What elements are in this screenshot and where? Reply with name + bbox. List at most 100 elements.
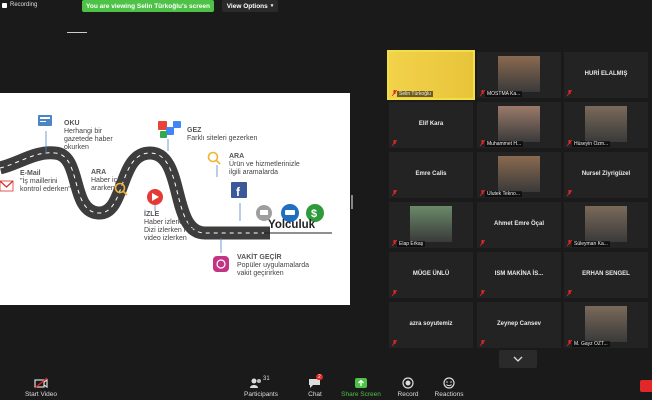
ara-block-1: ARA Haber içeriği ararken	[91, 169, 131, 193]
izle-title: İZLE	[144, 211, 160, 218]
chevron-down-icon	[513, 356, 523, 362]
participant-video	[498, 156, 540, 192]
muted-mic-icon	[480, 140, 485, 146]
shared-screen[interactable]: f $ OKU Herhangi bir gazetede haber okur…	[0, 93, 350, 305]
view-options-button[interactable]: View Options ▾	[222, 0, 278, 12]
participant-tile[interactable]: ISM MAKİNA İS...	[477, 252, 561, 298]
recording-icon	[2, 2, 7, 8]
gmail-icon	[0, 180, 14, 192]
start-video-button[interactable]: Start Video	[20, 372, 62, 400]
email-text: "İş maillerini kontrol ederken"	[20, 178, 71, 193]
ara-block-2: ARA Ürün ve hizmetlerinizle ilgili arama…	[229, 153, 309, 177]
muted-mic-icon	[480, 190, 485, 196]
chat-icon: 2	[308, 374, 323, 389]
vakit-text: Popüler uygulamalarda vakit geçirirken	[237, 262, 309, 277]
participant-name-tag: Süleyman Ka...	[572, 241, 610, 247]
participant-tile[interactable]: Zeynep Cansev	[477, 302, 561, 348]
participant-name: Nursel Ziyrigüzel	[581, 171, 631, 177]
viewing-banner: You are viewing Selin Türkoğlu's screen	[82, 0, 214, 12]
google-icons	[158, 121, 181, 138]
oku-text: Herhangi bir gazetede haber okurken	[64, 128, 113, 151]
reactions-button[interactable]: Reactions	[432, 372, 466, 400]
show-more-button[interactable]	[499, 350, 537, 368]
muted-mic-icon	[567, 240, 572, 246]
meeting-toolbar: Start Video 31 Participants 2 Chat Share…	[0, 372, 652, 400]
participant-video	[410, 206, 452, 242]
end-meeting-button[interactable]	[640, 380, 652, 392]
participant-tile[interactable]: Ulutek Tekno...	[477, 152, 561, 198]
participant-tile[interactable]: M. Gayz ÖZT...	[564, 302, 648, 348]
ara1-text: Haber içeriği ararken	[91, 177, 131, 192]
muted-mic-icon	[392, 90, 397, 96]
share-screen-button[interactable]: Share Screen	[340, 372, 382, 400]
chat-label: Chat	[308, 391, 322, 398]
participant-tile[interactable]: Muhammet H...	[477, 102, 561, 148]
participant-tile[interactable]: Süleyman Ka...	[564, 202, 648, 248]
participant-name: ERHAN SENGEL	[582, 271, 630, 277]
participant-tile[interactable]: Selin Türkoğlu	[387, 50, 475, 100]
participant-name: MÜGE ÜNLÜ	[412, 271, 450, 277]
search-icon	[207, 151, 221, 165]
muted-mic-icon	[392, 140, 397, 146]
record-button[interactable]: Record	[393, 372, 423, 400]
facebook-icon: f	[231, 182, 247, 199]
muted-mic-icon	[480, 340, 485, 346]
view-options-label: View Options	[226, 2, 268, 10]
participant-tile[interactable]: ERHAN SENGEL	[564, 252, 648, 298]
participant-tile[interactable]: MOSTMA Ka...	[477, 52, 561, 98]
muted-mic-icon	[480, 290, 485, 296]
chat-button[interactable]: 2 Chat	[300, 372, 330, 400]
ara2-text: Ürün ve hizmetlerinizle ilgili aramalard…	[229, 161, 300, 176]
muted-mic-icon	[392, 240, 397, 246]
participant-tile[interactable]: azra soyutemiz	[389, 302, 473, 348]
participant-name-tag: Selin Türkoğlu	[397, 91, 433, 97]
participant-name-tag: Elap Erkaş	[397, 241, 426, 247]
participant-video	[585, 206, 627, 242]
muted-mic-icon	[567, 340, 572, 346]
muted-mic-icon	[567, 140, 572, 146]
muted-mic-icon	[567, 90, 572, 96]
muted-mic-icon	[392, 190, 397, 196]
recording-indicator: Recording	[2, 2, 37, 8]
participant-tile[interactable]: HURİ ELALMIŞ	[564, 52, 648, 98]
participant-name: Emre Calis	[415, 171, 447, 177]
share-screen-icon	[354, 377, 368, 389]
record-label: Record	[397, 391, 419, 398]
participant-name: Ahmet Emre Öçal	[493, 221, 545, 227]
participants-icon: 31	[249, 376, 273, 389]
participant-tile[interactable]: Nursel Ziyrigüzel	[564, 152, 648, 198]
instagram-icon	[213, 256, 229, 272]
participant-tile[interactable]: Ahmet Emre Öçal	[477, 202, 561, 248]
participants-button[interactable]: 31 Participants	[240, 372, 282, 400]
oku-block: OKU Herhangi bir gazetede haber okurken	[64, 120, 124, 152]
record-icon	[401, 377, 415, 389]
participant-name-tag: M. Gayz ÖZT...	[572, 341, 610, 347]
muted-mic-icon	[567, 290, 572, 296]
chevron-down-icon: ▾	[270, 3, 274, 9]
participant-video	[585, 306, 627, 342]
oku-title: OKU	[64, 120, 80, 127]
muted-mic-icon	[480, 90, 485, 96]
journey-label: Yolculuk	[268, 219, 316, 231]
participant-name-tag: Muhammet H...	[485, 141, 524, 147]
participant-tile[interactable]: Elap Erkaş	[389, 202, 473, 248]
top-bar: Recording You are viewing Selin Türkoğlu…	[0, 0, 652, 14]
participant-video	[498, 106, 540, 142]
participant-video	[498, 56, 540, 92]
izle-text: Haber izlerken Dizi izlerken Kısa video …	[144, 219, 198, 242]
participant-name-tag: MOSTMA Ka...	[485, 91, 523, 97]
participant-name: azra soyutemiz	[409, 321, 453, 327]
muted-mic-icon	[567, 190, 572, 196]
participant-tile[interactable]: Emre Calis	[389, 152, 473, 198]
participant-tile[interactable]: MÜGE ÜNLÜ	[389, 252, 473, 298]
participant-video	[585, 106, 627, 142]
participants-count: 31	[263, 376, 270, 382]
email-block: E-Mail "İş maillerini kontrol ederken"	[20, 170, 72, 194]
participant-tile[interactable]: Hüseyin Özm...	[564, 102, 648, 148]
vakit-title: VAKİT GEÇİR	[237, 254, 282, 261]
participant-tile[interactable]: Elif Kara	[389, 102, 473, 148]
reactions-label: Reactions	[434, 391, 464, 398]
video-off-icon	[34, 377, 48, 389]
vakit-block: VAKİT GEÇİR Popüler uygulamalarda vakit …	[237, 254, 317, 278]
resize-handle[interactable]	[351, 195, 353, 209]
